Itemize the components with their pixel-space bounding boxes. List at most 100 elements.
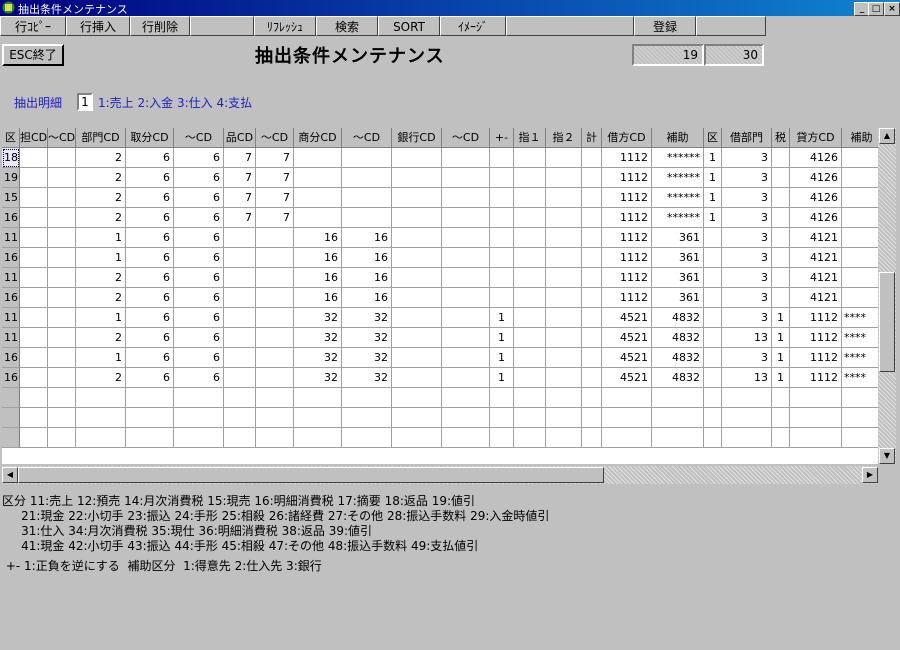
cell-ku[interactable] xyxy=(704,428,722,448)
cell-shobun-cd[interactable] xyxy=(294,428,342,448)
cell-debit-cd[interactable]: 1112 xyxy=(602,268,652,288)
scroll-right-icon[interactable]: ▶ xyxy=(862,467,878,483)
cell-credit-cd[interactable] xyxy=(790,428,842,448)
cell-credit-cd[interactable]: 1112 xyxy=(790,368,842,388)
cell-bank-cd-to[interactable] xyxy=(442,368,490,388)
cell-debit-dept[interactable]: 3 xyxy=(722,308,772,328)
cell-ku[interactable] xyxy=(704,228,722,248)
cell-tax[interactable] xyxy=(772,248,790,268)
cell-bumon-cd[interactable] xyxy=(76,388,126,408)
vertical-scrollbar[interactable]: ▲ ▼ xyxy=(878,128,896,464)
cell-hin-cd-to[interactable] xyxy=(256,328,294,348)
col-header-tax[interactable]: 税 xyxy=(772,128,790,148)
toolbar-empty-button-2[interactable] xyxy=(506,16,634,36)
cell-shobun-cd[interactable]: 16 xyxy=(294,248,342,268)
cell-tax[interactable] xyxy=(772,408,790,428)
cell-shi2[interactable] xyxy=(546,208,582,228)
col-header-debit-dept[interactable]: 借部門 xyxy=(722,128,772,148)
cell-credit-cd[interactable]: 4126 xyxy=(790,188,842,208)
cell-bumon-cd[interactable]: 2 xyxy=(76,168,126,188)
vertical-scroll-thumb[interactable] xyxy=(879,272,895,372)
cell-shobun-cd[interactable]: 16 xyxy=(294,268,342,288)
cell-tanto-cd[interactable] xyxy=(20,328,48,348)
cell-ku[interactable]: 1 xyxy=(704,188,722,208)
cell-bumon-cd[interactable]: 2 xyxy=(76,288,126,308)
cell-bank-cd-to[interactable] xyxy=(442,188,490,208)
filter-input[interactable]: 1 xyxy=(77,93,93,111)
cell-bank-cd-to[interactable] xyxy=(442,228,490,248)
register-button[interactable]: 登録 xyxy=(634,16,696,36)
cell-shobun-cd[interactable] xyxy=(294,188,342,208)
cell-torifun-cd[interactable] xyxy=(126,428,174,448)
cell-shobun-cd-to[interactable]: 32 xyxy=(342,328,392,348)
cell-plus-minus[interactable]: 1 xyxy=(490,348,514,368)
cell-bank-cd[interactable] xyxy=(392,388,442,408)
cell-tanto-cd[interactable] xyxy=(20,208,48,228)
cell-debit-dept[interactable]: 3 xyxy=(722,228,772,248)
cell-torifun-cd[interactable]: 6 xyxy=(126,348,174,368)
cell-hin-cd[interactable] xyxy=(224,248,256,268)
col-header-bank-cd[interactable]: 銀行CD xyxy=(392,128,442,148)
insert-row-button[interactable]: 行挿入 xyxy=(66,16,130,36)
cell-shobun-cd-to[interactable] xyxy=(342,408,392,428)
cell-torifun-cd[interactable]: 6 xyxy=(126,248,174,268)
cell-debit-dept[interactable]: 3 xyxy=(722,268,772,288)
cell-shi1[interactable] xyxy=(514,368,546,388)
cell-bank-cd-to[interactable] xyxy=(442,428,490,448)
cell-shi1[interactable] xyxy=(514,288,546,308)
cell-hin-cd[interactable]: 7 xyxy=(224,148,256,168)
cell-shobun-cd-to[interactable] xyxy=(342,148,392,168)
cell-shobun-cd[interactable]: 16 xyxy=(294,288,342,308)
cell-debit-cd[interactable]: 1112 xyxy=(602,288,652,308)
cell-debit-dept[interactable]: 13 xyxy=(722,328,772,348)
cell-shi2[interactable] xyxy=(546,308,582,328)
cell-tanto-cd[interactable] xyxy=(20,388,48,408)
cell-bank-cd[interactable] xyxy=(392,368,442,388)
col-header-hin-cd[interactable]: 品CD xyxy=(224,128,256,148)
cell-kubun[interactable] xyxy=(2,388,20,408)
cell-credit-cd[interactable]: 4126 xyxy=(790,148,842,168)
cell-tanto-cd[interactable] xyxy=(20,428,48,448)
cell-debit-cd[interactable]: 4521 xyxy=(602,348,652,368)
cell-ku[interactable]: 1 xyxy=(704,168,722,188)
cell-tax[interactable] xyxy=(772,268,790,288)
cell-hin-cd-to[interactable] xyxy=(256,248,294,268)
cell-tanto-cd[interactable] xyxy=(20,188,48,208)
cell-tax[interactable]: 1 xyxy=(772,368,790,388)
col-header-debit-cd[interactable]: 借方CD xyxy=(602,128,652,148)
cell-ku[interactable] xyxy=(704,308,722,328)
cell-torifun-cd-to[interactable]: 6 xyxy=(174,288,224,308)
cell-shi1[interactable] xyxy=(514,168,546,188)
cell-shobun-cd-to[interactable] xyxy=(342,208,392,228)
cell-kei[interactable] xyxy=(582,368,602,388)
cell-shobun-cd[interactable] xyxy=(294,408,342,428)
cell-torifun-cd[interactable]: 6 xyxy=(126,368,174,388)
cell-hojo2[interactable] xyxy=(842,188,878,208)
cell-hojo[interactable]: ****** xyxy=(652,188,704,208)
cell-tanto-cd-to[interactable] xyxy=(48,388,76,408)
cell-shi1[interactable] xyxy=(514,188,546,208)
cell-tanto-cd[interactable] xyxy=(20,408,48,428)
cell-debit-cd[interactable]: 1112 xyxy=(602,188,652,208)
cell-ku[interactable] xyxy=(704,368,722,388)
cell-bank-cd[interactable] xyxy=(392,208,442,228)
cell-debit-dept[interactable]: 3 xyxy=(722,348,772,368)
cell-tanto-cd-to[interactable] xyxy=(48,248,76,268)
cell-credit-cd[interactable]: 4126 xyxy=(790,208,842,228)
cell-hojo2[interactable] xyxy=(842,208,878,228)
cell-kei[interactable] xyxy=(582,228,602,248)
col-header-credit-cd[interactable]: 貸方CD xyxy=(790,128,842,148)
cell-tax[interactable] xyxy=(772,228,790,248)
cell-shobun-cd-to[interactable]: 32 xyxy=(342,348,392,368)
cell-ku[interactable] xyxy=(704,348,722,368)
cell-shobun-cd[interactable]: 32 xyxy=(294,328,342,348)
cell-tanto-cd[interactable] xyxy=(20,348,48,368)
cell-debit-cd[interactable]: 4521 xyxy=(602,308,652,328)
cell-kei[interactable] xyxy=(582,188,602,208)
cell-hin-cd-to[interactable]: 7 xyxy=(256,168,294,188)
cell-torifun-cd-to[interactable]: 6 xyxy=(174,168,224,188)
cell-kubun[interactable] xyxy=(2,428,20,448)
cell-debit-cd[interactable]: 1112 xyxy=(602,148,652,168)
cell-hin-cd[interactable]: 7 xyxy=(224,168,256,188)
cell-hojo[interactable]: 4832 xyxy=(652,368,704,388)
